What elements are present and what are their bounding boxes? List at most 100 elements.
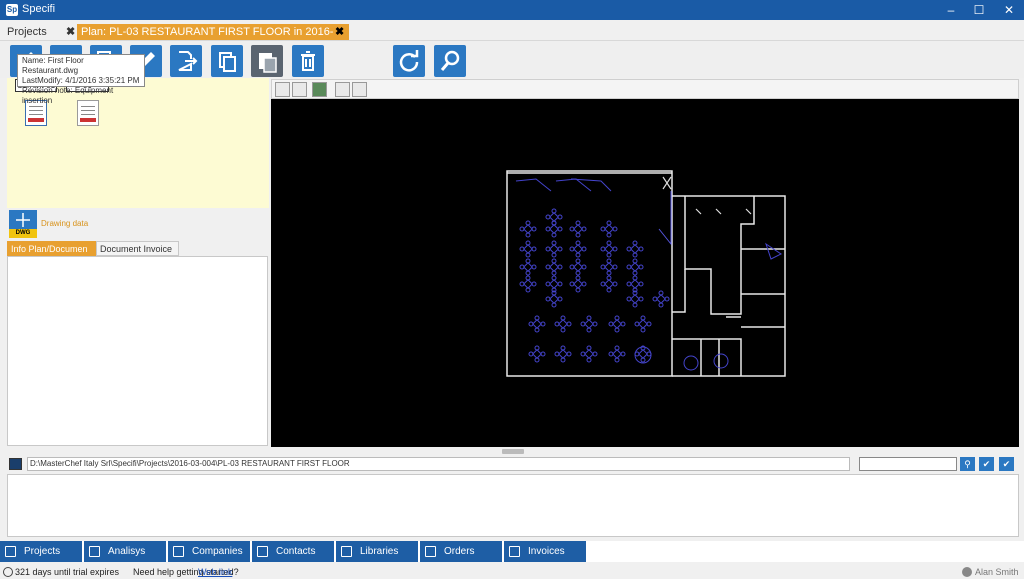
table-symbol xyxy=(608,315,626,333)
clock-icon xyxy=(3,567,13,577)
table-symbol xyxy=(580,345,598,363)
drawing-data-row[interactable]: DWG Drawing data xyxy=(7,208,269,238)
table-symbol xyxy=(634,345,652,363)
tab-document-invoice[interactable]: Document Invoice xyxy=(96,241,179,256)
table-symbol xyxy=(554,315,572,333)
tooltip-modify: LastModify: 4/1/2016 3:35:21 PM xyxy=(22,76,140,85)
floor-plan-drawing xyxy=(506,170,786,377)
table-symbol xyxy=(545,275,563,293)
table-symbol xyxy=(545,208,563,226)
table-symbol xyxy=(545,290,563,308)
companies-icon xyxy=(173,546,184,557)
library-icon xyxy=(341,546,352,557)
table-symbol xyxy=(545,220,563,238)
copy-icon xyxy=(219,52,236,72)
projects-icon xyxy=(5,546,16,557)
nav-orders[interactable]: Orders xyxy=(420,541,503,562)
tab-projects[interactable]: Projects ✖ xyxy=(3,24,76,40)
web-link[interactable]: Web link xyxy=(198,565,232,579)
table-symbol xyxy=(600,275,618,293)
search-input[interactable] xyxy=(859,457,957,471)
table-symbol xyxy=(608,345,626,363)
window-title: Specifi xyxy=(22,3,56,15)
table-symbol xyxy=(600,240,618,258)
image-icon[interactable] xyxy=(312,82,327,97)
path-bar: D:\MasterChef Italy Srl\Specifi\Projects… xyxy=(7,457,1019,471)
search-button[interactable] xyxy=(434,45,466,77)
delete-button[interactable] xyxy=(292,45,324,77)
pan-icon[interactable] xyxy=(292,82,307,97)
drawing-canvas[interactable] xyxy=(271,99,1019,447)
tab-info-plan[interactable]: Info Plan/Documen xyxy=(7,241,96,256)
fit-page-icon[interactable] xyxy=(275,82,290,97)
table-symbol xyxy=(519,240,537,258)
file-tooltip: Name: First Floor Restaurant.dwg LastMod… xyxy=(17,54,145,105)
dwg-icon: DWG xyxy=(9,210,37,238)
table-symbol xyxy=(519,275,537,293)
nav-invoices[interactable]: Invoices xyxy=(504,541,587,562)
viewer-toolbar xyxy=(271,79,1019,99)
table-symbol xyxy=(528,345,546,363)
confirm-icon[interactable]: ✔ xyxy=(999,457,1014,471)
trial-text: 321 days until trial expires xyxy=(15,567,120,577)
tooltip-name: Name: First Floor Restaurant.dwg xyxy=(22,56,84,75)
table-symbol xyxy=(545,240,563,258)
close-tab-icon[interactable]: ✖ xyxy=(335,24,344,40)
nav-contacts[interactable]: Contacts xyxy=(252,541,335,562)
bottom-navigation: Projects Analisys Companies Contacts Lib… xyxy=(0,541,1024,562)
table-symbol xyxy=(652,290,670,308)
user-avatar-icon xyxy=(962,567,972,577)
tab-label: Projects xyxy=(7,26,47,38)
zoom-in-icon[interactable] xyxy=(335,82,350,97)
title-bar: Sp Specifi – ☐ ✕ xyxy=(0,0,1024,20)
table-symbol xyxy=(519,258,537,276)
table-symbol xyxy=(569,220,587,238)
close-tab-icon[interactable]: ✖ xyxy=(66,24,75,40)
cart-icon xyxy=(425,546,436,557)
close-icon[interactable]: ✕ xyxy=(992,0,1024,20)
search-icon[interactable]: ⚲ xyxy=(960,457,975,471)
nav-libraries[interactable]: Libraries xyxy=(336,541,419,562)
refresh-icon xyxy=(399,50,419,72)
table-symbol xyxy=(528,315,546,333)
table-symbol xyxy=(634,315,652,333)
table-symbol xyxy=(569,258,587,276)
table-symbol xyxy=(569,240,587,258)
nav-projects[interactable]: Projects xyxy=(0,541,83,562)
splitter-handle[interactable] xyxy=(502,449,524,454)
nav-analisys[interactable]: Analisys xyxy=(84,541,167,562)
paste-icon xyxy=(259,53,277,73)
table-symbol xyxy=(569,275,587,293)
folder-icon[interactable] xyxy=(9,458,22,470)
status-bar: 321 days until trial expires Need help g… xyxy=(0,565,1024,579)
table-symbol xyxy=(600,220,618,238)
trash-icon xyxy=(301,51,315,71)
export-icon xyxy=(178,51,198,71)
drawing-data-label: Drawing data xyxy=(41,219,89,228)
tab-plan[interactable]: Plan: PL-03 RESTAURANT FIRST FLOOR in 20… xyxy=(77,24,349,54)
notes-area[interactable] xyxy=(7,474,1019,537)
table-symbol xyxy=(626,258,644,276)
document-tabs: Projects ✖ Plan: PL-03 RESTAURANT FIRST … xyxy=(0,24,1024,54)
export-button[interactable] xyxy=(170,45,202,77)
table-symbol xyxy=(626,240,644,258)
table-symbol xyxy=(626,290,644,308)
table-symbol xyxy=(554,345,572,363)
table-symbol xyxy=(519,220,537,238)
table-symbol xyxy=(580,315,598,333)
table-symbol xyxy=(545,258,563,276)
paste-button[interactable] xyxy=(251,45,283,77)
refresh-button[interactable] xyxy=(393,45,425,77)
zoom-out-icon[interactable] xyxy=(352,82,367,97)
search-icon xyxy=(440,50,460,71)
copy-button[interactable] xyxy=(211,45,243,77)
contacts-icon xyxy=(257,546,268,557)
file-path-field[interactable]: D:\MasterChef Italy Srl\Specifi\Projects… xyxy=(27,457,850,471)
toolbar: 2 xyxy=(0,40,1024,78)
maximize-icon[interactable]: ☐ xyxy=(962,0,996,20)
invoice-icon xyxy=(509,546,520,557)
check-icon[interactable]: ✔ xyxy=(979,457,994,471)
nav-companies[interactable]: Companies xyxy=(168,541,251,562)
chart-icon xyxy=(89,546,100,557)
tooltip-note: Revision note: Equipment insertion xyxy=(22,86,114,105)
